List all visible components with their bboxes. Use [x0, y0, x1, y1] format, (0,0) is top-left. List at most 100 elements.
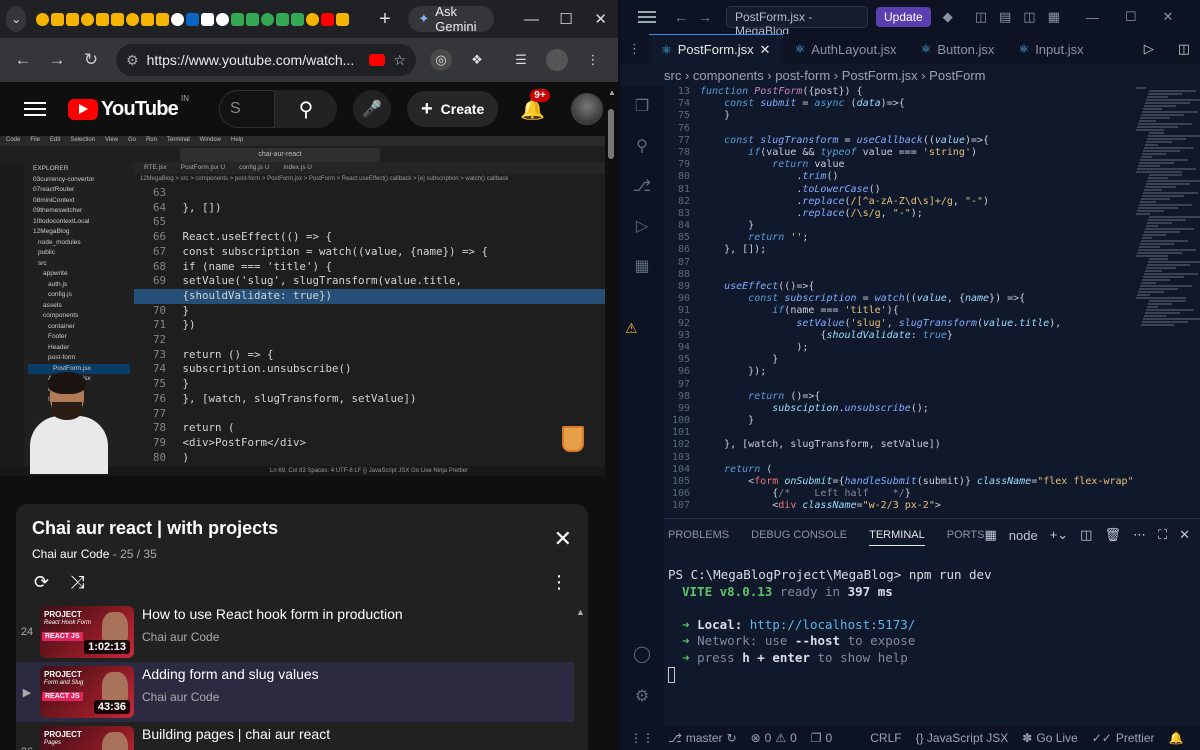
- editor-tab[interactable]: ⚛ PostForm.jsx ✕: [649, 34, 783, 64]
- back-button[interactable]: ←: [6, 50, 40, 70]
- editor-tab[interactable]: ⚛ AuthLayout.jsx: [783, 34, 909, 64]
- tab-search-button[interactable]: ⌄: [6, 6, 27, 32]
- command-center-search[interactable]: PostForm.jsx - MegaBlog: [726, 6, 868, 38]
- reload-button[interactable]: ↻: [74, 50, 108, 70]
- video-thumbnail[interactable]: PROJECTPagesREACT JS: [40, 726, 134, 750]
- more-icon[interactable]: ⋯: [1133, 527, 1146, 543]
- close-window-button[interactable]: ✕: [1163, 9, 1174, 25]
- code-line[interactable]: 94 );: [664, 342, 1134, 354]
- playlist-video-title[interactable]: How to use React hook form in production: [142, 606, 403, 622]
- url-text[interactable]: https://www.youtube.com/watch...: [147, 52, 362, 68]
- account-icon[interactable]: ◯: [620, 634, 664, 674]
- code-line[interactable]: 95 }: [664, 354, 1134, 366]
- terminal-name[interactable]: node: [1009, 528, 1038, 543]
- pinned-tab-icon[interactable]: [336, 12, 350, 26]
- menu-icon[interactable]: [638, 8, 656, 26]
- code-line[interactable]: 102 }, [watch, slugTransform, setValue]): [664, 439, 1134, 451]
- search-icon[interactable]: ⚲: [620, 126, 664, 166]
- pinned-tab-icon[interactable]: [66, 12, 80, 26]
- layout-sidebar-icon[interactable]: ◫: [975, 9, 987, 25]
- problems-status[interactable]: ⊗ 0 ⚠ 0: [751, 731, 797, 745]
- extensions-icon[interactable]: ▦: [620, 246, 664, 286]
- code-line[interactable]: 93 {shouldValidate: true}: [664, 330, 1134, 342]
- prettier-status[interactable]: ✓✓ Prettier: [1092, 731, 1155, 745]
- loop-icon[interactable]: ⟳: [34, 572, 49, 593]
- code-line[interactable]: 13 function PostForm({post}) {: [664, 86, 1134, 98]
- eol-status[interactable]: CRLF: [870, 731, 901, 745]
- pinned-tab-icon[interactable]: [141, 12, 155, 26]
- layout-panel-icon[interactable]: ▤: [999, 9, 1011, 25]
- avatar[interactable]: [571, 93, 604, 125]
- code-line[interactable]: 87: [664, 257, 1134, 269]
- breadcrumb-item[interactable]: PostForm.jsx: [842, 68, 918, 83]
- code-line[interactable]: 91 if(name === 'title'){: [664, 305, 1134, 317]
- list-item[interactable]: ▶ PROJECT Form and Slug REACT JS 43:36 Adding…: [16, 662, 574, 722]
- close-icon[interactable]: ✕: [554, 526, 572, 552]
- close-panel-icon[interactable]: ✕: [1179, 527, 1190, 543]
- playlist-scrollbar[interactable]: ▲: [576, 602, 585, 750]
- pinned-tab-icon[interactable]: [36, 12, 50, 26]
- pinned-tab-icon[interactable]: [201, 12, 215, 26]
- code-line[interactable]: 86 }, []);: [664, 244, 1134, 256]
- code-line[interactable]: 81 .toLowerCase(): [664, 184, 1134, 196]
- pinned-tab-icon[interactable]: [306, 12, 320, 26]
- playlist-video-channel[interactable]: Chai aur Code: [142, 630, 403, 644]
- playlist-video-channel[interactable]: Chai aur Code: [142, 690, 319, 704]
- new-tab-button[interactable]: +: [375, 8, 394, 31]
- run-debug-icon[interactable]: ▷: [620, 206, 664, 246]
- pinned-tab-icon[interactable]: [261, 12, 275, 26]
- close-tab-icon[interactable]: ✕: [760, 42, 771, 58]
- forward-icon[interactable]: →: [698, 9, 712, 25]
- site-info-icon[interactable]: ⚙: [126, 52, 139, 69]
- minimize-button[interactable]: —: [514, 11, 549, 28]
- panel-tab[interactable]: TERMINAL: [869, 529, 925, 546]
- branch-status[interactable]: ⎇ master ↻: [668, 731, 737, 745]
- extension-glasses-icon[interactable]: ◎: [430, 49, 452, 71]
- playlist-video-title[interactable]: Building pages | chai aur react: [142, 726, 330, 742]
- code-line[interactable]: 82 .replace(/[^a-zA-Z\d\s]+/g, "-"): [664, 196, 1134, 208]
- code-line[interactable]: 79 return value: [664, 159, 1134, 171]
- settings-gear-icon[interactable]: ⚙: [620, 676, 664, 716]
- voice-search-button[interactable]: 🎤: [352, 90, 391, 128]
- media-control-icon[interactable]: ☰: [510, 49, 532, 71]
- ask-gemini-button[interactable]: ✦ Ask Gemini: [408, 4, 495, 34]
- code-line[interactable]: 83 .replace(/\s/g, "-");: [664, 208, 1134, 220]
- bookmark-star-icon[interactable]: ☆: [393, 52, 406, 69]
- remote-icon[interactable]: ⋮⋮: [630, 731, 654, 745]
- pinned-tab-icon[interactable]: [186, 12, 200, 26]
- pinned-tab-icon[interactable]: [51, 12, 65, 26]
- code-line[interactable]: 103: [664, 452, 1134, 464]
- maximize-button[interactable]: ☐: [1125, 9, 1137, 25]
- code-line[interactable]: 78 if(value && typeof value === 'string'…: [664, 147, 1134, 159]
- code-line[interactable]: 101: [664, 427, 1134, 439]
- code-line[interactable]: 77 const slugTransform = useCallback((va…: [664, 135, 1134, 147]
- layout-secondary-icon[interactable]: ◫: [1023, 9, 1035, 25]
- code-line[interactable]: 76: [664, 123, 1134, 135]
- menu-icon[interactable]: [24, 98, 46, 120]
- breadcrumb-item[interactable]: post-form: [775, 68, 830, 83]
- video-thumbnail[interactable]: PROJECT Form and Slug REACT JS 43:36: [40, 666, 134, 718]
- code-line[interactable]: 89 useEffect(()=>{: [664, 281, 1134, 293]
- youtube-icon[interactable]: [369, 54, 386, 66]
- panel-tab[interactable]: DEBUG CONSOLE: [751, 529, 847, 546]
- back-icon[interactable]: ←: [674, 9, 688, 25]
- playlist-title[interactable]: Chai aur react | with projects: [32, 518, 278, 539]
- new-terminal-icon[interactable]: +⌄: [1050, 527, 1068, 543]
- breadcrumb-item[interactable]: PostForm: [929, 68, 985, 83]
- profile-avatar-icon[interactable]: [546, 49, 568, 71]
- code-line[interactable]: 98 return ()=>{: [664, 391, 1134, 403]
- layout-custom-icon[interactable]: ▦: [1048, 9, 1060, 25]
- code-line[interactable]: 85 return '';: [664, 232, 1134, 244]
- explorer-icon[interactable]: ❐: [620, 86, 664, 126]
- search-input[interactable]: S: [218, 90, 275, 128]
- ports-status[interactable]: ❐ 0: [811, 731, 832, 745]
- local-url-link[interactable]: http://localhost:5173/: [750, 617, 916, 632]
- search-button[interactable]: ⚲: [274, 90, 337, 128]
- code-line[interactable]: 107 <div className="w-2/3 px-2">: [664, 500, 1134, 512]
- code-line[interactable]: 97: [664, 379, 1134, 391]
- code-line[interactable]: 88: [664, 269, 1134, 281]
- more-options-icon[interactable]: ⋮: [550, 572, 568, 593]
- split-terminal-icon[interactable]: ◫: [1080, 527, 1092, 543]
- copilot-icon[interactable]: ◆: [943, 9, 953, 25]
- playlist-channel[interactable]: Chai aur Code: [32, 547, 109, 561]
